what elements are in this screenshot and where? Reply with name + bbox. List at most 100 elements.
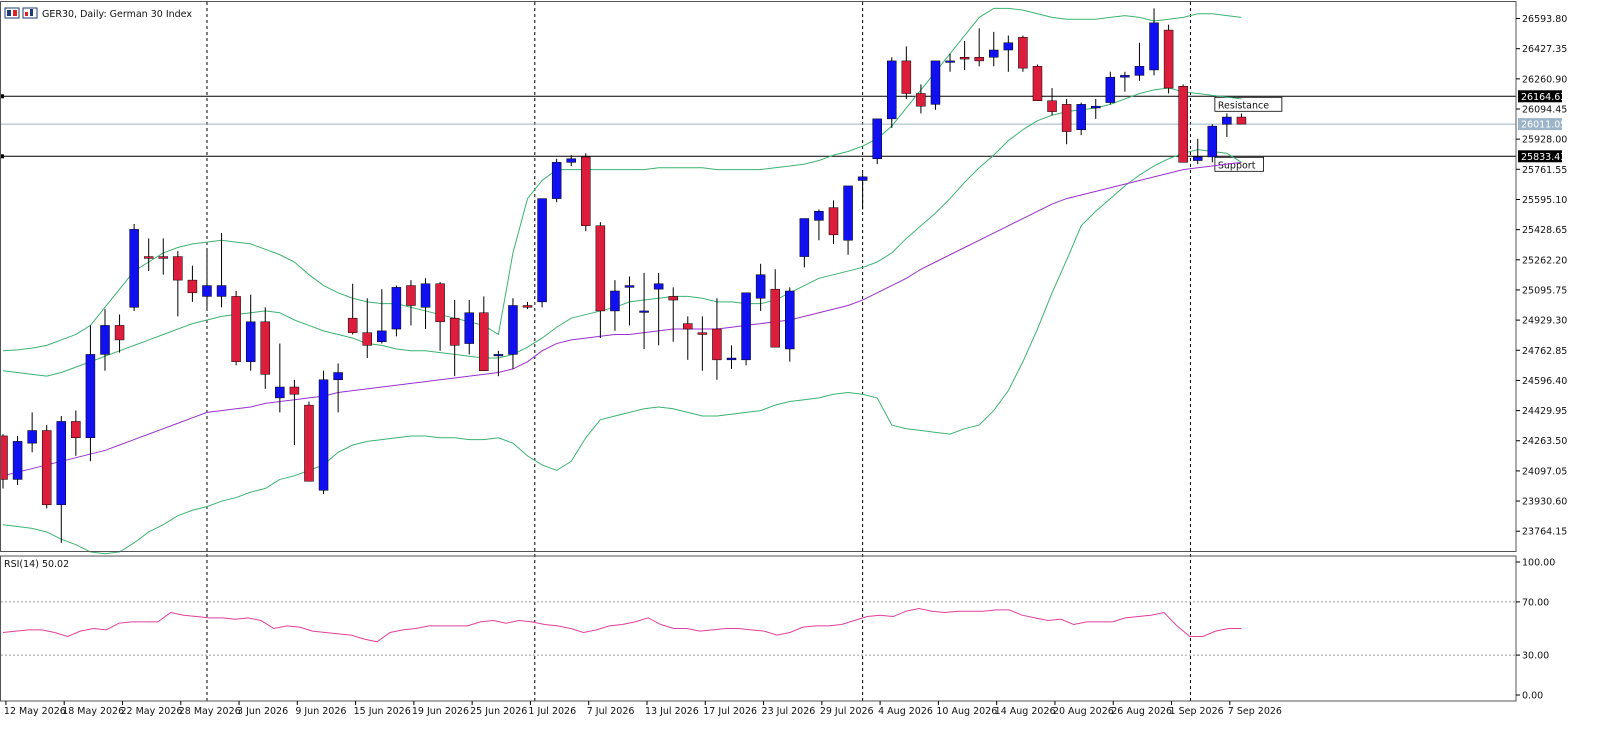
- price-tick-label: 24596.40: [1522, 376, 1567, 387]
- price-tick-label: 25928.00: [1522, 135, 1567, 146]
- chart-window[interactable]: Resistance Support RSI(14) 50.02 26593.80…: [0, 0, 1600, 730]
- candle-body: [1222, 116, 1232, 125]
- date-tick-label: 18 May 2026: [62, 706, 124, 717]
- candle-body: [639, 310, 649, 313]
- candle-body: [697, 332, 708, 335]
- candle-body: [828, 207, 839, 236]
- current-price-tag-label: 26011.05: [1521, 120, 1566, 131]
- resistance-label: Resistance: [1218, 100, 1269, 111]
- candle-body: [493, 354, 504, 357]
- candle-body: [1061, 104, 1072, 132]
- candle[interactable]: [41, 425, 52, 509]
- candle[interactable]: [551, 158, 562, 203]
- date-tick-label: 1 Sep 2026: [1170, 706, 1224, 717]
- candle[interactable]: [930, 60, 941, 110]
- date-tick-label: 7 Jul 2026: [587, 706, 635, 717]
- candle[interactable]: [1032, 64, 1043, 101]
- candle-body: [989, 49, 999, 58]
- rsi-tick-label: 0.00: [1522, 691, 1543, 702]
- candle-body: [930, 60, 941, 105]
- price-tick-label: 24263.50: [1522, 436, 1567, 447]
- candle-body: [406, 285, 416, 306]
- candle[interactable]: [1018, 35, 1028, 72]
- candle-body: [362, 332, 372, 346]
- candle-body: [318, 379, 329, 491]
- candle-body: [27, 430, 37, 444]
- candle-body: [522, 305, 533, 308]
- price-tick-label: 23930.60: [1522, 497, 1567, 508]
- candle-body: [551, 162, 562, 199]
- candle-body: [289, 386, 300, 395]
- candle-body: [202, 285, 212, 297]
- date-tick-label: 17 Jul 2026: [703, 706, 757, 717]
- candle-body: [537, 198, 547, 303]
- date-tick-label: 4 Aug 2026: [878, 706, 933, 717]
- date-tick-label: 12 May 2026: [4, 706, 66, 717]
- candle-body: [1018, 37, 1028, 69]
- candle[interactable]: [1178, 84, 1188, 163]
- price-tick-label: 26593.80: [1522, 14, 1567, 25]
- candle-body: [610, 290, 620, 312]
- candle[interactable]: [741, 292, 751, 366]
- date-tick-label: 29 Jul 2026: [820, 706, 874, 717]
- candle[interactable]: [304, 401, 314, 482]
- candle-body: [377, 330, 387, 342]
- candle-body: [814, 211, 824, 221]
- date-tick-label: 1 Jul 2026: [528, 706, 576, 717]
- candle[interactable]: [318, 370, 329, 494]
- candle-body: [872, 118, 882, 159]
- price-tick-label: 25595.10: [1522, 195, 1567, 206]
- chart-canvas[interactable]: Resistance Support RSI(14) 50.02 26593.80…: [0, 0, 1600, 730]
- candle-body: [843, 185, 853, 241]
- candle-body: [1032, 66, 1043, 101]
- candle-body: [143, 256, 154, 259]
- candle-body: [391, 287, 402, 330]
- date-tick-label: 14 Aug 2026: [995, 706, 1056, 717]
- candle[interactable]: [872, 118, 882, 165]
- candle-body: [129, 229, 139, 308]
- candle[interactable]: [12, 435, 23, 485]
- candle-body: [114, 325, 125, 341]
- candle-body: [508, 305, 518, 355]
- candle-body: [916, 93, 926, 107]
- date-tick-label: 10 Aug 2026: [936, 706, 997, 717]
- candle[interactable]: [231, 290, 241, 366]
- candle-body: [479, 312, 489, 371]
- candle-body: [1163, 29, 1174, 89]
- candle-body: [726, 357, 737, 361]
- price-tick-label: 26094.45: [1522, 105, 1567, 116]
- candle-body: [1207, 125, 1218, 158]
- candle-body: [945, 60, 955, 63]
- date-tick-label: 3 Jun 2026: [237, 706, 288, 717]
- chart-title: GER30, Daily: German 30 Index: [42, 9, 192, 20]
- candle-body: [216, 285, 227, 297]
- candle[interactable]: [1207, 124, 1218, 163]
- candle-body: [464, 312, 474, 344]
- candle-body: [799, 218, 810, 257]
- price-tick-label: 26427.35: [1522, 44, 1567, 55]
- candle[interactable]: [129, 223, 139, 311]
- support-price-tag-label: 25833.43: [1521, 152, 1566, 163]
- candle-body: [974, 57, 984, 62]
- candle-body: [755, 274, 766, 299]
- rsi-tick-label: 100.00: [1522, 558, 1555, 569]
- price-tick-label: 23764.15: [1522, 527, 1567, 538]
- candle-body: [333, 372, 343, 381]
- candle[interactable]: [391, 285, 402, 337]
- candle[interactable]: [887, 57, 897, 128]
- date-tick-label: 9 Jun 2026: [295, 706, 346, 717]
- candle-body: [1178, 86, 1188, 163]
- rsi-tick-label: 70.00: [1522, 597, 1549, 608]
- price-tick-label: 24097.05: [1522, 466, 1567, 477]
- resistance-price-tag-label: 26164.63: [1521, 92, 1566, 103]
- candle-body: [1149, 22, 1159, 71]
- candle[interactable]: [537, 198, 547, 308]
- candle-body: [41, 430, 52, 506]
- candle-body: [158, 256, 169, 259]
- candle[interactable]: [1163, 24, 1174, 94]
- date-tick-label: 7 Sep 2026: [1228, 706, 1282, 717]
- candle[interactable]: [581, 153, 591, 232]
- candle-body: [959, 57, 970, 60]
- candle-body: [231, 296, 241, 362]
- candle-body: [420, 283, 431, 308]
